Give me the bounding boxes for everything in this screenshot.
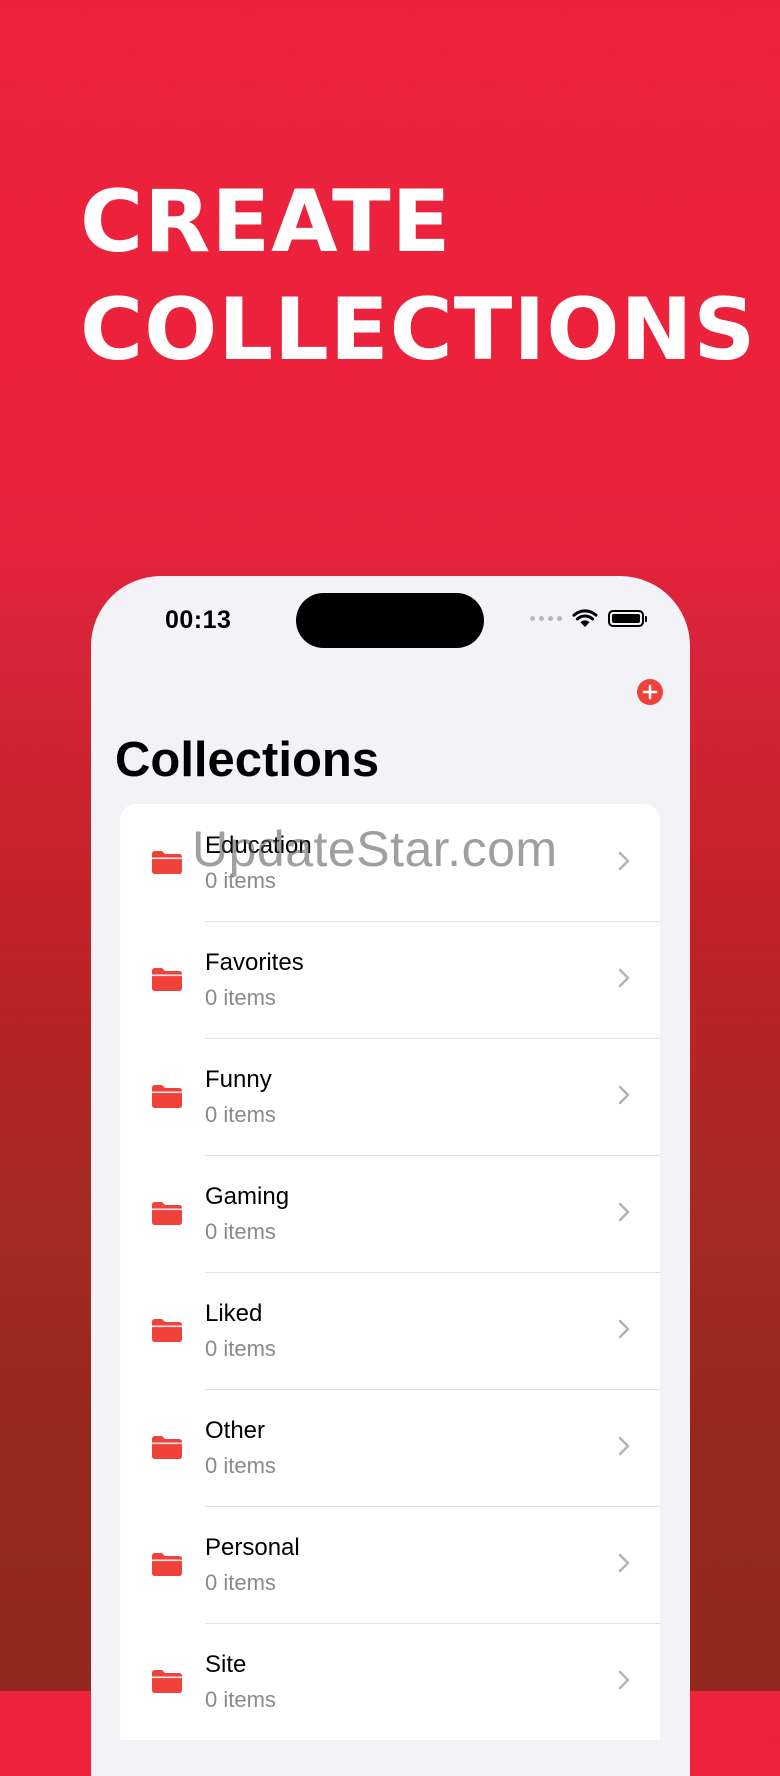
chevron-right-icon xyxy=(618,1436,630,1456)
collection-count: 0 items xyxy=(205,1219,276,1244)
collection-name: Other xyxy=(205,1417,266,1444)
folder-icon xyxy=(152,1085,182,1108)
chevron-right-icon xyxy=(618,1085,630,1105)
page-title: Collections xyxy=(115,733,380,787)
collection-count: 0 items xyxy=(205,985,276,1010)
list-item[interactable]: Site 0 items xyxy=(120,1623,660,1740)
folder-icon xyxy=(152,851,182,874)
chevron-right-icon xyxy=(618,968,630,988)
chevron-right-icon xyxy=(618,1670,630,1690)
promo-title: CREATE COLLECTIONS xyxy=(80,168,756,384)
status-icons xyxy=(530,608,647,628)
watermark: UpdateStar.com xyxy=(192,821,558,877)
collection-name: Funny xyxy=(205,1066,272,1093)
collection-name: Liked xyxy=(205,1300,263,1327)
collection-count: 0 items xyxy=(205,1102,276,1127)
battery-icon xyxy=(608,609,647,627)
folder-icon xyxy=(152,1319,182,1342)
dynamic-island xyxy=(296,593,484,648)
list-item[interactable]: Gaming 0 items xyxy=(120,1155,660,1272)
promo-title-line1: CREATE xyxy=(80,172,452,272)
collection-name: Gaming xyxy=(205,1183,290,1210)
collection-name: Site xyxy=(205,1651,247,1678)
folder-icon xyxy=(152,1670,182,1693)
list-item[interactable]: Liked 0 items xyxy=(120,1272,660,1389)
collections-list: Education 0 items Favorites 0 items Funn… xyxy=(120,804,660,1740)
collection-name: Favorites xyxy=(205,949,304,976)
status-time: 00:13 xyxy=(165,606,232,634)
cellular-signal-icon xyxy=(530,615,562,621)
folder-icon xyxy=(152,1202,182,1225)
add-collection-button[interactable] xyxy=(637,679,663,705)
phone-screen: 00:13 Collections Education 0 items Favo… xyxy=(91,576,690,1776)
plus-icon xyxy=(642,684,658,700)
collection-name: Personal xyxy=(205,1534,300,1561)
list-item[interactable]: Other 0 items xyxy=(120,1389,660,1506)
list-item[interactable]: Personal 0 items xyxy=(120,1506,660,1623)
collection-count: 0 items xyxy=(205,1453,276,1478)
promo-title-line2: COLLECTIONS xyxy=(80,280,757,380)
folder-icon xyxy=(152,1436,182,1459)
collection-count: 0 items xyxy=(205,1336,276,1361)
folder-icon xyxy=(152,968,182,991)
chevron-right-icon xyxy=(618,1553,630,1573)
wifi-icon xyxy=(572,609,598,627)
folder-icon xyxy=(152,1553,182,1576)
collection-count: 0 items xyxy=(205,1570,276,1595)
list-item[interactable]: Favorites 0 items xyxy=(120,921,660,1038)
chevron-right-icon xyxy=(618,851,630,871)
list-item[interactable]: Funny 0 items xyxy=(120,1038,660,1155)
chevron-right-icon xyxy=(618,1319,630,1339)
chevron-right-icon xyxy=(618,1202,630,1222)
